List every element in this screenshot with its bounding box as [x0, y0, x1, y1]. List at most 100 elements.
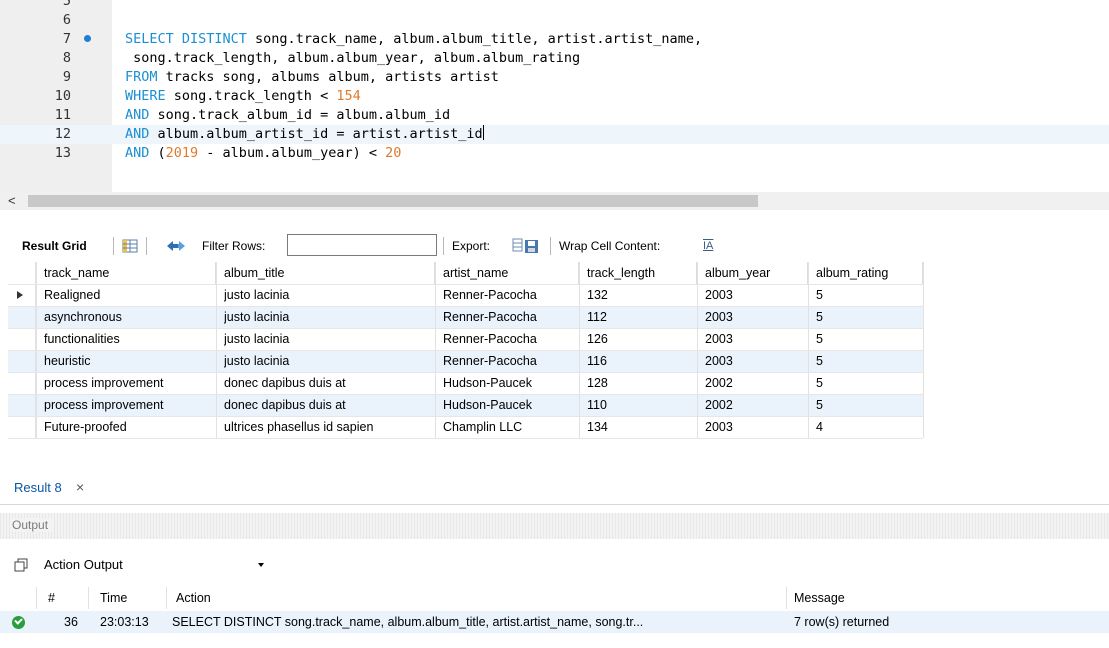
grid-cell[interactable]: 5	[816, 372, 921, 394]
export-icon[interactable]	[512, 237, 542, 255]
grid-cell[interactable]: Champlin LLC	[443, 416, 577, 438]
column-header-album-rating[interactable]: album_rating	[808, 262, 923, 284]
code-line[interactable]: 9 FROM tracks song, albums album, artists…	[0, 68, 1109, 87]
grid-cell[interactable]: donec dapibus duis at	[224, 372, 433, 394]
output-col-time[interactable]: Time	[100, 587, 127, 609]
output-type-select[interactable]: Action Output	[44, 554, 276, 576]
table-row[interactable]: process improvement donec dapibus duis at…	[8, 372, 923, 394]
grid-cell[interactable]: 5	[816, 284, 921, 306]
line-number: 12	[54, 126, 71, 142]
table-row[interactable]: Realigned justo lacinia Renner-Pacocha 132 2…	[8, 284, 923, 306]
grid-cell[interactable]: functionalities	[44, 328, 214, 350]
grid-cell[interactable]: donec dapibus duis at	[224, 394, 433, 416]
grid-cell[interactable]: Hudson-Paucek	[443, 372, 577, 394]
row-selector[interactable]	[8, 284, 36, 306]
grid-cell[interactable]: 116	[587, 350, 695, 372]
row-selector[interactable]	[8, 306, 36, 328]
result-grid-label[interactable]: Result Grid	[22, 231, 87, 261]
grid-cell[interactable]: 2002	[705, 394, 806, 416]
output-col-num[interactable]: #	[48, 587, 55, 609]
column-header-track-name[interactable]: track_name	[36, 262, 216, 284]
grid-view-icon[interactable]	[122, 239, 138, 253]
line-number: 13	[54, 145, 71, 161]
grid-cell[interactable]: 2003	[705, 416, 806, 438]
output-col-message[interactable]: Message	[794, 587, 845, 609]
row-selector-header[interactable]	[8, 262, 36, 284]
grid-cell[interactable]: Realigned	[44, 284, 214, 306]
code-line[interactable]: 13 AND (2019 - album.album_year) < 20	[0, 144, 1109, 163]
column-header-album-title[interactable]: album_title	[216, 262, 435, 284]
grid-cell[interactable]: 2002	[705, 372, 806, 394]
row-selector[interactable]	[8, 416, 36, 438]
grid-cell[interactable]: asynchronous	[44, 306, 214, 328]
table-row[interactable]: Future-proofed ultrices phasellus id sapi…	[8, 416, 923, 438]
grid-cell[interactable]: 134	[587, 416, 695, 438]
sql-editor[interactable]: 5 6 7 SELECT DISTINCT song.track_name, albu…	[0, 0, 1109, 192]
grid-cell[interactable]: justo lacinia	[224, 306, 433, 328]
grid-cell[interactable]: Renner-Pacocha	[443, 350, 577, 372]
code-line[interactable]: 5	[0, 0, 1109, 11]
code-line[interactable]: 12 AND album.album_artist_id = artist.art…	[0, 125, 1109, 144]
output-log-row[interactable]: 36 23:03:13 SELECT DISTINCT song.track_n…	[0, 611, 1109, 633]
tab-result-8[interactable]: Result 8	[14, 480, 62, 495]
table-row[interactable]: process improvement donec dapibus duis at…	[8, 394, 923, 416]
grid-cell[interactable]: 2003	[705, 306, 806, 328]
grid-row-divider	[8, 438, 923, 439]
table-row[interactable]: functionalities justo lacinia Renner-Pacoc…	[8, 328, 923, 350]
output-col-action[interactable]: Action	[176, 587, 211, 609]
sql-keyword: WHERE	[125, 88, 166, 104]
output-header-row: # Time Action Message	[0, 587, 1109, 609]
scroll-thumb[interactable]	[28, 195, 758, 207]
code-line[interactable]: 6	[0, 11, 1109, 30]
copy-icon[interactable]	[14, 558, 28, 572]
code-line[interactable]: 11 AND song.track_album_id = album.album_…	[0, 106, 1109, 125]
grid-cell[interactable]: Renner-Pacocha	[443, 306, 577, 328]
row-selector[interactable]	[8, 394, 36, 416]
grid-cell[interactable]: justo lacinia	[224, 284, 433, 306]
code-line[interactable]: 7 SELECT DISTINCT song.track_name, album.…	[0, 30, 1109, 49]
grid-cell[interactable]: justo lacinia	[224, 350, 433, 372]
filter-rows-input[interactable]	[287, 234, 437, 256]
grid-cell[interactable]: 126	[587, 328, 695, 350]
code-line[interactable]: 8 song.track_length, album.album_year, a…	[0, 49, 1109, 68]
scroll-left-arrow-icon[interactable]: <	[8, 192, 16, 210]
grid-cell[interactable]: Future-proofed	[44, 416, 214, 438]
grid-cell[interactable]: 112	[587, 306, 695, 328]
grid-cell[interactable]: process improvement	[44, 372, 214, 394]
column-header-artist-name[interactable]: artist_name	[435, 262, 579, 284]
table-row[interactable]: asynchronous justo lacinia Renner-Pacocha 1…	[8, 306, 923, 328]
grid-cell[interactable]: Renner-Pacocha	[443, 284, 577, 306]
code-text: WHERE song.track_length < 154	[125, 87, 361, 106]
wrap-cell-content-icon[interactable]: IA	[703, 231, 713, 261]
grid-cell[interactable]: 5	[816, 306, 921, 328]
grid-cell[interactable]: 2003	[705, 350, 806, 372]
grid-cell[interactable]: 5	[816, 328, 921, 350]
code-line[interactable]: 10 WHERE song.track_length < 154	[0, 87, 1109, 106]
grid-cell[interactable]: 5	[816, 350, 921, 372]
grid-cell[interactable]: ultrices phasellus id sapien	[224, 416, 433, 438]
grid-cell[interactable]: justo lacinia	[224, 328, 433, 350]
table-row[interactable]: heuristic justo lacinia Renner-Pacocha 116 2…	[8, 350, 923, 372]
grid-cell[interactable]: Renner-Pacocha	[443, 328, 577, 350]
grid-cell[interactable]: 4	[816, 416, 921, 438]
grid-cell[interactable]: 132	[587, 284, 695, 306]
close-tab-icon[interactable]: ×	[76, 479, 84, 495]
grid-cell[interactable]: heuristic	[44, 350, 214, 372]
sql-keyword: FROM	[125, 69, 158, 85]
editor-horizontal-scrollbar[interactable]: <	[0, 192, 1109, 210]
grid-cell[interactable]: 2003	[705, 284, 806, 306]
row-selector[interactable]	[8, 350, 36, 372]
grid-cell[interactable]: 5	[816, 394, 921, 416]
grid-cell[interactable]: 110	[587, 394, 695, 416]
column-header-album-year[interactable]: album_year	[697, 262, 808, 284]
grid-cell[interactable]: 2003	[705, 328, 806, 350]
filter-arrows-icon[interactable]	[166, 239, 186, 253]
grid-cell[interactable]: Hudson-Paucek	[443, 394, 577, 416]
column-header-track-length[interactable]: track_length	[579, 262, 697, 284]
grid-cell[interactable]: process improvement	[44, 394, 214, 416]
grid-cell[interactable]: 128	[587, 372, 695, 394]
toolbar-separator	[443, 237, 444, 255]
filter-rows-label: Filter Rows:	[202, 239, 266, 253]
row-selector[interactable]	[8, 372, 36, 394]
row-selector[interactable]	[8, 328, 36, 350]
